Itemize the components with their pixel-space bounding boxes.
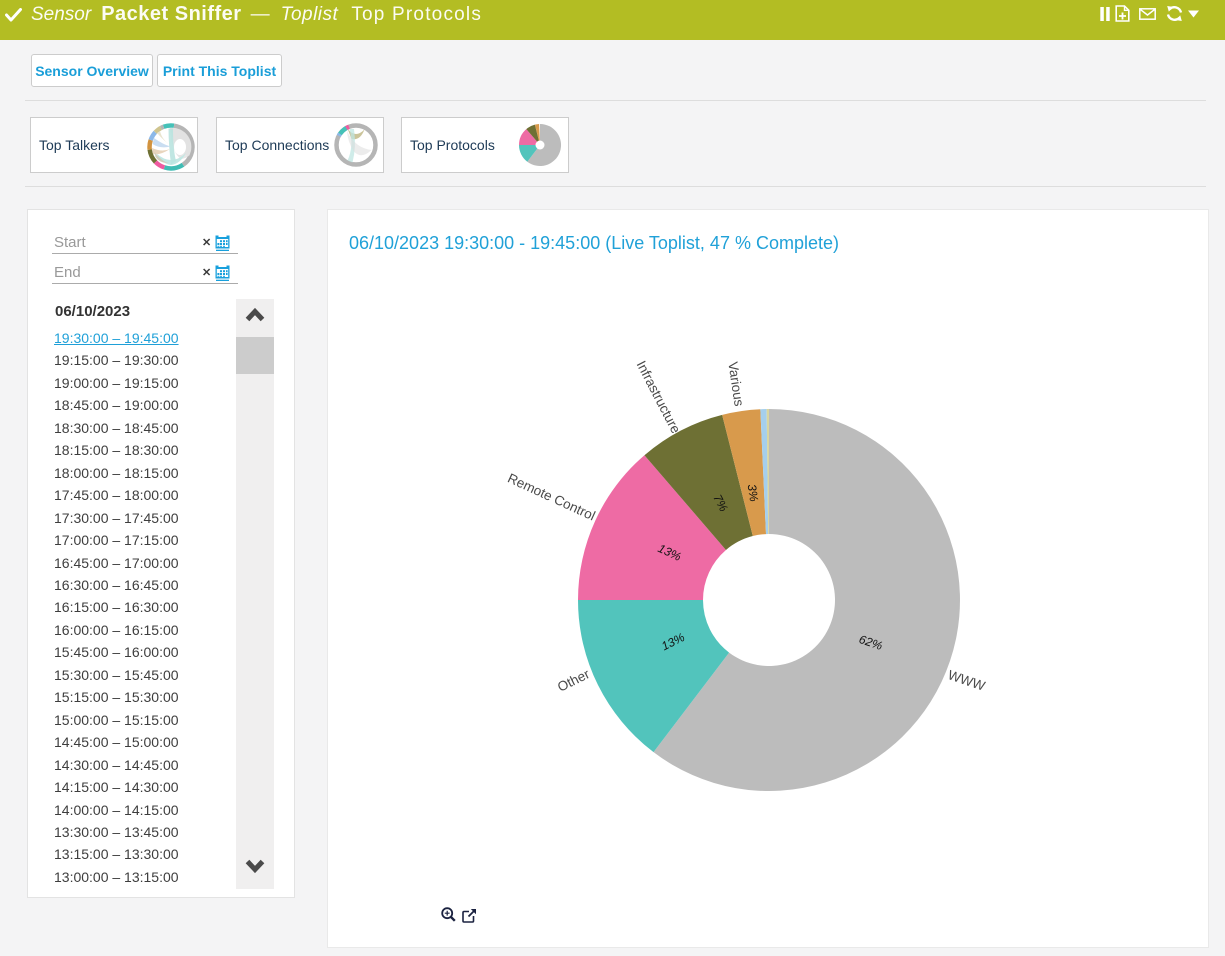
svg-text:Remote Control: Remote Control <box>505 471 597 524</box>
svg-text:3%: 3% <box>745 483 761 503</box>
svg-text:WWW: WWW <box>946 667 987 693</box>
svg-text:Various: Various <box>725 361 746 408</box>
svg-text:Other: Other <box>555 666 592 695</box>
svg-text:Infrastructure: Infrastructure <box>634 358 684 436</box>
